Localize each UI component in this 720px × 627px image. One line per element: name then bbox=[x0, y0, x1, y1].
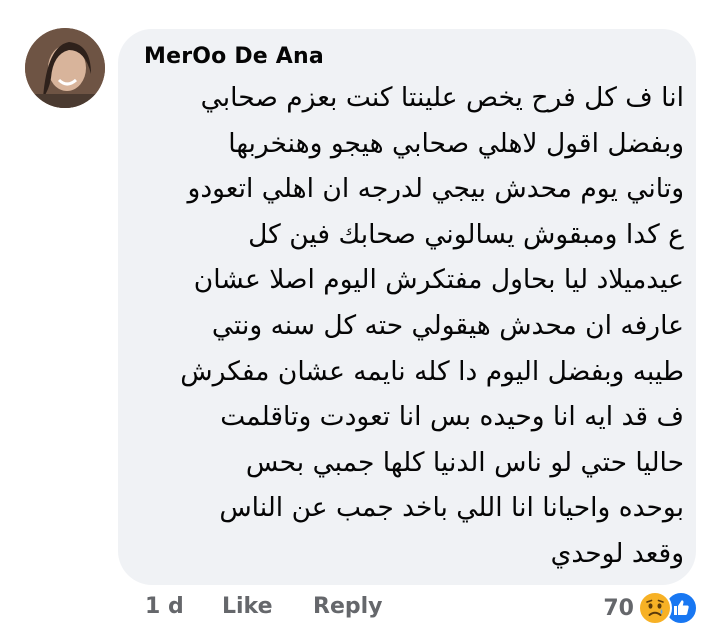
comment-line: وبفضل اقول لاهلي صحابي هيجو وهنخربها bbox=[228, 127, 684, 159]
comment-line: عيدميلاد ليا بحاول مفتكرش اليوم اصلا عشا… bbox=[193, 264, 684, 296]
sad-emoji-icon bbox=[638, 591, 672, 625]
reaction-count: 70 bbox=[603, 595, 634, 621]
comment-line: ف قد ايه انا وحيده بس انا تعودت وتاقلمت bbox=[220, 401, 684, 433]
like-button[interactable]: Like bbox=[222, 594, 273, 619]
comment-line: ع كدا ومبقوش يسالوني صحابك فين كل bbox=[248, 218, 684, 250]
comment-line: وتاني يوم محدش بيجي لدرجه ان اهلي اتعودو bbox=[187, 173, 684, 205]
avatar[interactable] bbox=[25, 28, 105, 108]
comment-line: وقعد لوحدي bbox=[550, 537, 684, 569]
avatar-photo bbox=[25, 28, 105, 108]
comment-line: طيبه وبفضل اليوم دا كله نايمه عشان مفكرش bbox=[180, 355, 684, 387]
reactions-summary[interactable]: 70 bbox=[603, 591, 698, 625]
comment-line: حاليا حتي لو ناس الدنيا كلها جمبي بحس bbox=[245, 446, 684, 478]
comment-text: انا ف كل فرح يخص علينتا كنت بعزم صحابي و… bbox=[124, 75, 684, 577]
comment-author[interactable]: MerOo De Ana bbox=[144, 44, 324, 69]
comment-line: عارفه ان محدش هيقولي حته كل سنه ونتي bbox=[211, 309, 684, 341]
comment-line: انا ف كل فرح يخص علينتا كنت بعزم صحابي bbox=[200, 82, 684, 113]
reply-button[interactable]: Reply bbox=[313, 594, 383, 619]
comment-line: بوحده واحيانا انا اللي باخد جمب عن الناس bbox=[219, 492, 684, 524]
timestamp-link[interactable]: 1 d bbox=[145, 594, 184, 619]
